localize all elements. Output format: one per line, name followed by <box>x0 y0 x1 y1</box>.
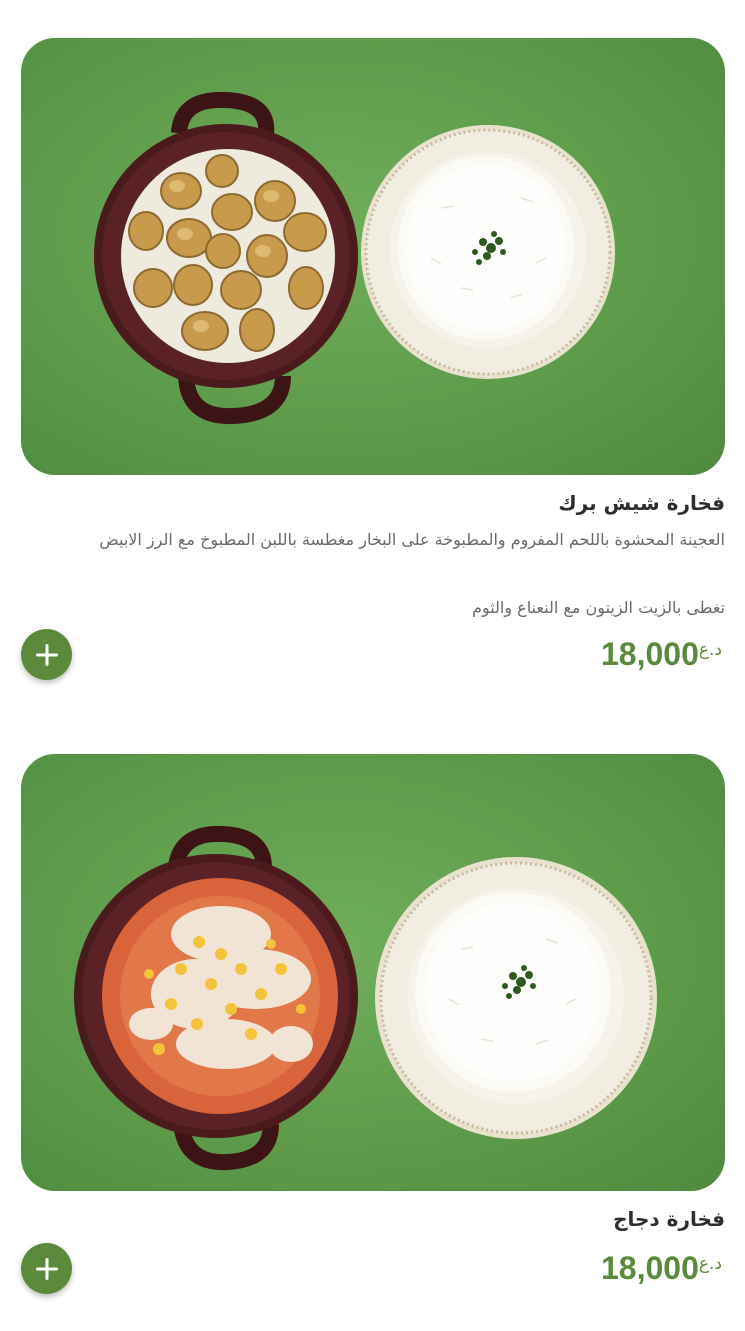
price-amount: 18,000 <box>601 636 699 672</box>
item-description: العجينة المحشوة باللحم المفروم والمطبوخة… <box>99 530 725 549</box>
add-to-cart-button[interactable] <box>21 1243 72 1294</box>
currency-label: د.ع <box>698 1254 722 1274</box>
item-price: د.ع18,000 <box>601 1250 725 1287</box>
item-title: فخارة دجاج <box>613 1207 725 1231</box>
plus-icon <box>35 643 58 666</box>
item-description-secondary: تغطى بالزيت الزيتون مع النعناع والثوم <box>472 598 725 617</box>
item-title: فخارة شيش برك <box>558 491 725 515</box>
dish-photo[interactable] <box>21 38 725 475</box>
dish-photo-illustration <box>74 825 657 1171</box>
menu-item-card[interactable]: فخارة دجاج د.ع18,000 <box>21 754 725 1294</box>
menu-item-card[interactable]: فخارة شيش برك العجينة المحشوة باللحم الم… <box>21 38 725 680</box>
item-price: د.ع18,000 <box>601 636 725 673</box>
price-amount: 18,000 <box>601 1250 699 1286</box>
add-to-cart-button[interactable] <box>21 629 72 680</box>
plus-icon <box>35 1257 58 1280</box>
dish-photo[interactable] <box>21 754 725 1191</box>
dish-photo-illustration <box>94 91 615 425</box>
currency-label: د.ع <box>698 640 722 660</box>
